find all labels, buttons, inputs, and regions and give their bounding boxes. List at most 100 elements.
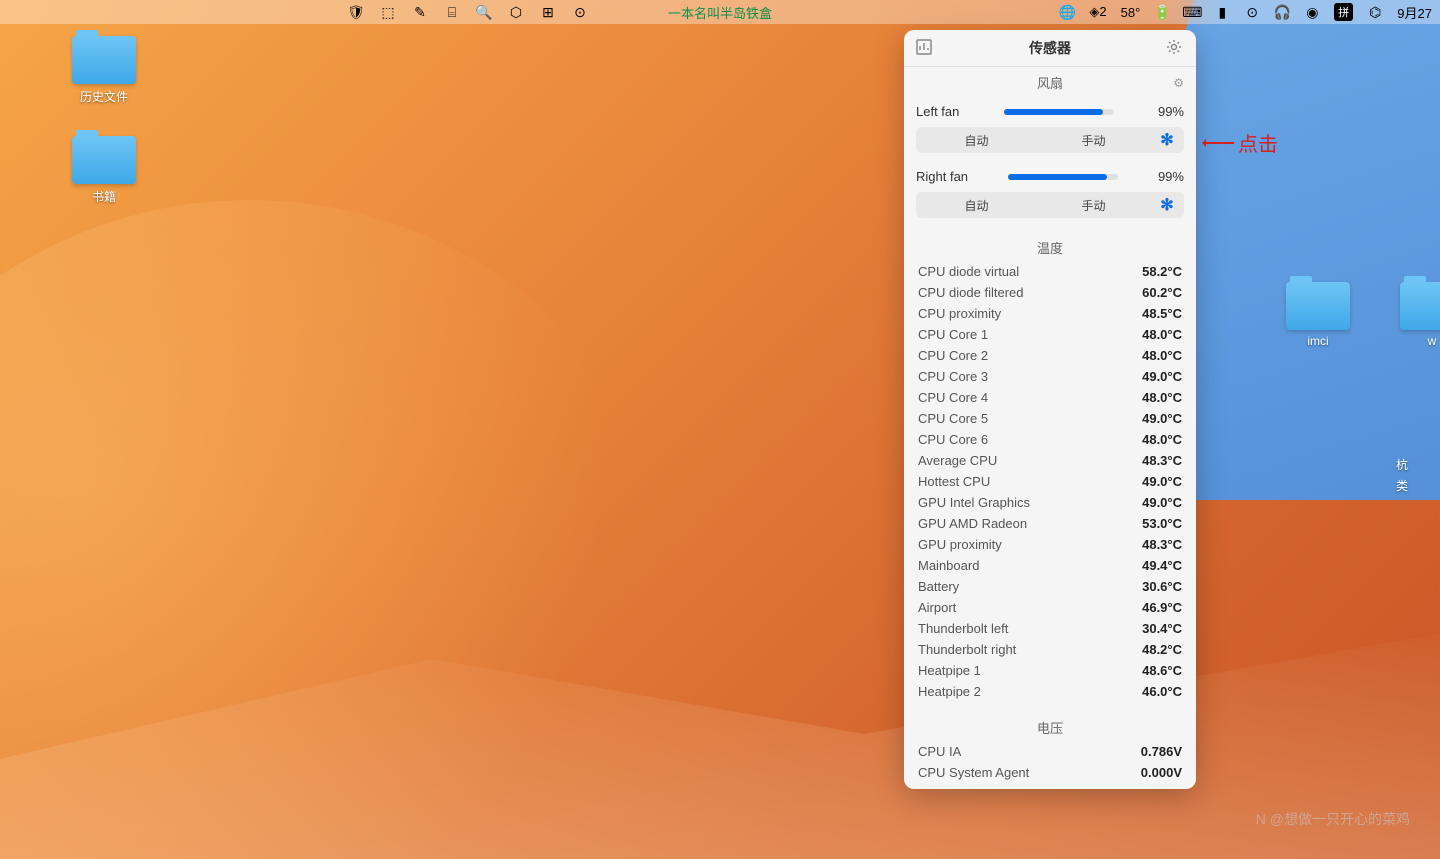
- temp-row: Airport46.9°C: [904, 597, 1196, 618]
- temp-value: 49.0°C: [1142, 369, 1182, 384]
- fan-auto-button[interactable]: 自动: [918, 194, 1035, 216]
- temp-value: 48.5°C: [1142, 306, 1182, 321]
- desktop-folder-history[interactable]: 历史文件: [72, 36, 136, 105]
- temp-row: CPU Core 448.0°C: [904, 387, 1196, 408]
- phone-icon[interactable]: ▮: [1214, 4, 1230, 20]
- temp-name: GPU Intel Graphics: [918, 495, 1030, 510]
- temp-row: CPU Core 248.0°C: [904, 345, 1196, 366]
- fan-manual-button[interactable]: 手动: [1035, 194, 1152, 216]
- fan-mode-segmented[interactable]: 自动手动✻: [916, 192, 1184, 218]
- temp-value: 46.0°C: [1142, 684, 1182, 699]
- volt-value: 0.786V: [1141, 744, 1182, 759]
- temp-row: Average CPU48.3°C: [904, 450, 1196, 471]
- watermark-text: N @想做一只开心的菜鸡: [1256, 809, 1410, 829]
- snowflake-icon[interactable]: ✻: [1152, 129, 1182, 151]
- temp-value: 48.0°C: [1142, 432, 1182, 447]
- temp-value: 49.0°C: [1142, 411, 1182, 426]
- clock-icon[interactable]: ⊙: [1244, 4, 1260, 20]
- menubar-date[interactable]: 9月27: [1397, 3, 1432, 22]
- temp-value: 46.9°C: [1142, 600, 1182, 615]
- temp-row: Hottest CPU49.0°C: [904, 471, 1196, 492]
- temp-name: CPU Core 6: [918, 432, 988, 447]
- wifi-icon[interactable]: ◉: [1304, 4, 1320, 20]
- voltage-section: 电压 CPU IA0.786VCPU System Agent0.000V: [904, 708, 1196, 789]
- fan-mode-segmented[interactable]: 自动手动✻: [916, 127, 1184, 153]
- volt-row: CPU IA0.786V: [904, 741, 1196, 762]
- snowflake-icon[interactable]: ✻: [1152, 194, 1182, 216]
- menubar: 🛡 ⬚ ✎ ⌸ 🔍 ⬡ ⊞ ⊙ 一本名叫半岛铁盒 🌐 ◈2 58° 🔋 ⌨ ▮ …: [0, 0, 1440, 24]
- grid-icon[interactable]: ⊞: [540, 4, 556, 20]
- now-playing-text[interactable]: 一本名叫半岛铁盒: [668, 3, 772, 22]
- search-icon[interactable]: 🔍: [476, 4, 492, 20]
- temp-name: CPU diode filtered: [918, 285, 1024, 300]
- volt-value: 0.000V: [1141, 765, 1182, 780]
- fan-name: Left fan: [916, 104, 959, 119]
- temp-name: Heatpipe 2: [918, 684, 981, 699]
- desktop-folder-imci[interactable]: imci: [1286, 282, 1350, 348]
- hex-icon[interactable]: ⬡: [508, 4, 524, 20]
- temp-value: 60.2°C: [1142, 285, 1182, 300]
- cube-icon[interactable]: ⬚: [380, 4, 396, 20]
- fan-block-0: Left fan 99% 自动手动✻: [904, 98, 1196, 163]
- temp-value: 30.6°C: [1142, 579, 1182, 594]
- temp-value: 30.4°C: [1142, 621, 1182, 636]
- temp-name: CPU diode virtual: [918, 264, 1019, 279]
- chart-icon[interactable]: [916, 39, 934, 57]
- temperature-section: 温度 CPU diode virtual58.2°CCPU diode filt…: [904, 228, 1196, 708]
- temp-value: 48.0°C: [1142, 390, 1182, 405]
- menubar-right: 🌐 ◈2 58° 🔋 ⌨ ▮ ⊙ 🎧 ◉ 拼 ⌬ 9月27: [1059, 3, 1432, 22]
- fan-progress: [1008, 174, 1118, 180]
- diamond-count[interactable]: ◈2: [1089, 4, 1106, 20]
- temp-row: Thunderbolt right48.2°C: [904, 639, 1196, 660]
- temp-value: 53.0°C: [1142, 516, 1182, 531]
- temp-name: Mainboard: [918, 558, 979, 573]
- temp-row: CPU diode virtual58.2°C: [904, 261, 1196, 282]
- shield-icon[interactable]: 🛡: [348, 4, 364, 20]
- arrow-icon: [1204, 142, 1234, 144]
- temp-value: 48.6°C: [1142, 663, 1182, 678]
- folder-icon: [72, 136, 136, 184]
- desktop-folder-books[interactable]: 书籍: [72, 136, 136, 205]
- temp-row: CPU diode filtered 60.2°C: [904, 282, 1196, 303]
- temp-name: GPU proximity: [918, 537, 1002, 552]
- sliders-icon[interactable]: ⚙: [1173, 76, 1184, 90]
- temp-row: Battery 30.6°C: [904, 576, 1196, 597]
- keyboard-icon[interactable]: ⌨: [1184, 4, 1200, 20]
- temp-name: CPU proximity: [918, 306, 1001, 321]
- folder-icon: [1400, 282, 1440, 330]
- desktop-label-partial[interactable]: 杭 类: [1396, 456, 1408, 494]
- fan-manual-button[interactable]: 手动: [1035, 129, 1152, 151]
- folder-icon: [1286, 282, 1350, 330]
- fan-percent: 99%: [1158, 104, 1184, 119]
- fan-row: Left fan 99%: [916, 102, 1184, 121]
- temp-name: Average CPU: [918, 453, 997, 468]
- folder-label: w: [1428, 334, 1437, 348]
- pen-icon[interactable]: ✎: [412, 4, 428, 20]
- gear-icon[interactable]: [1166, 39, 1184, 57]
- temp-value: 49.0°C: [1142, 495, 1182, 510]
- fan-block-1: Right fan99% 自动手动✻: [904, 163, 1196, 228]
- battery-icon[interactable]: 🔋: [1154, 4, 1170, 20]
- fan-auto-button[interactable]: 自动: [918, 129, 1035, 151]
- temp-row: CPU Core 6 48.0°C: [904, 429, 1196, 450]
- sensors-panel: 传感器 风扇 ⚙ Left fan99%自动手动✻Right fan99%自动手…: [904, 30, 1196, 789]
- menubar-left-icons: 🛡 ⬚ ✎ ⌸ 🔍 ⬡ ⊞ ⊙: [348, 4, 588, 20]
- display-icon[interactable]: ⌸: [444, 4, 460, 20]
- panel-header: 传感器: [904, 30, 1196, 67]
- temp-value: 49.4°C: [1142, 558, 1182, 573]
- folder-icon: [72, 36, 136, 84]
- ime-indicator[interactable]: 拼: [1334, 3, 1353, 21]
- control-center-icon[interactable]: ⌬: [1367, 4, 1383, 20]
- temp-row: GPU AMD Radeon53.0°C: [904, 513, 1196, 534]
- menubar-temp[interactable]: 58°: [1121, 5, 1141, 20]
- folder-label: 书籍: [92, 188, 116, 205]
- temp-row: CPU proximity 48.5°C: [904, 303, 1196, 324]
- desktop-folder-partial[interactable]: w: [1400, 282, 1440, 348]
- temp-name: CPU Core 2: [918, 348, 988, 363]
- headphones-icon[interactable]: 🎧: [1274, 4, 1290, 20]
- play-icon[interactable]: ⊙: [572, 4, 588, 20]
- temp-name: Battery: [918, 579, 959, 594]
- temp-name: Heatpipe 1: [918, 663, 981, 678]
- fan-row: Right fan99%: [916, 167, 1184, 186]
- globe-icon[interactable]: 🌐: [1059, 4, 1075, 20]
